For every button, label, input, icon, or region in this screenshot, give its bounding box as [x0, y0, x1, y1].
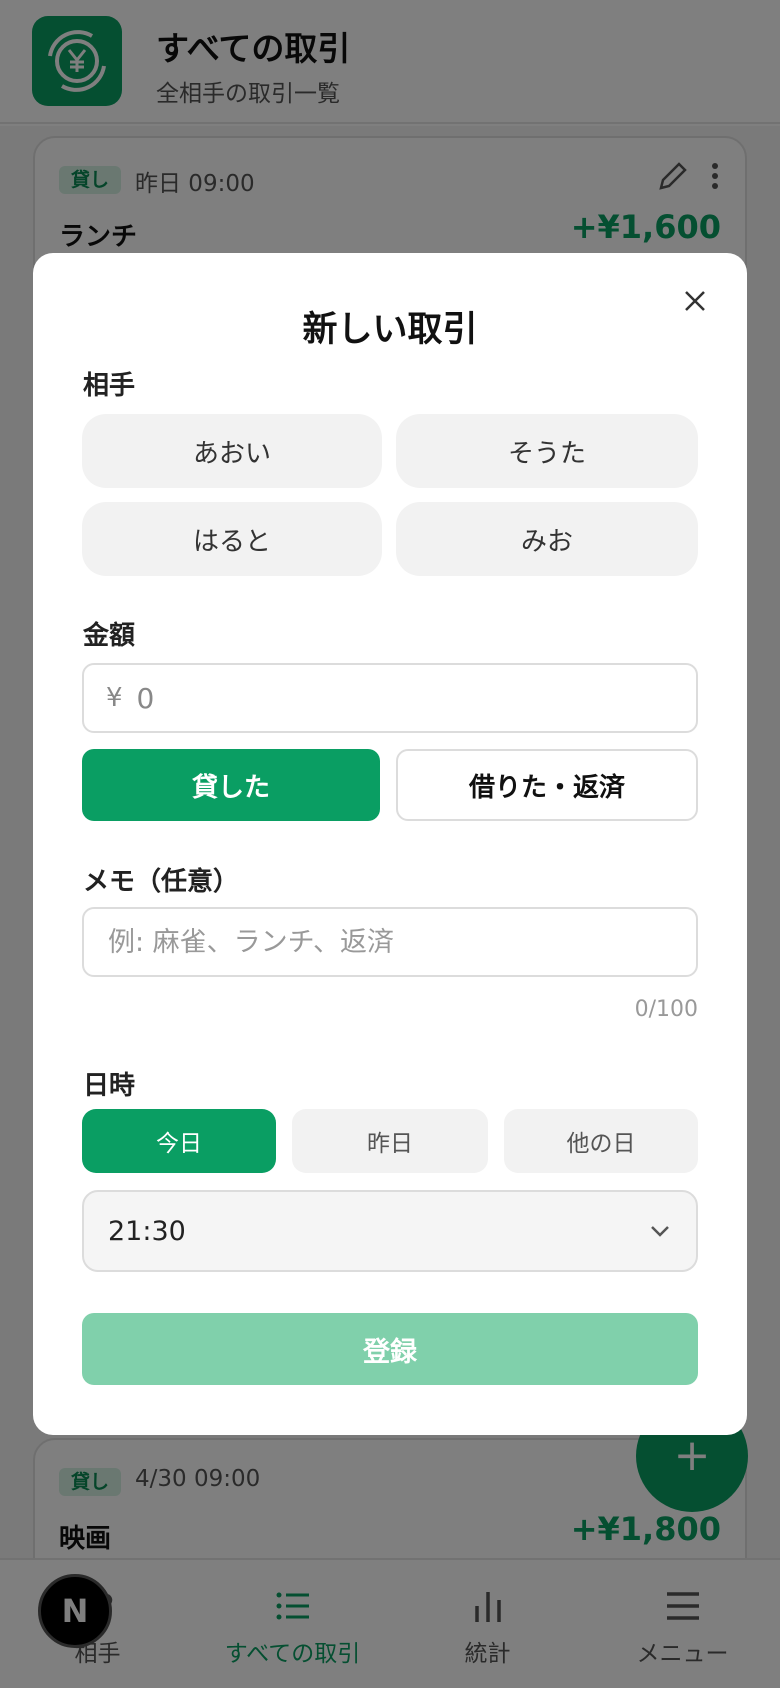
currency-symbol: ¥	[106, 683, 123, 713]
datetime-label: 日時	[83, 1071, 136, 1101]
memo-char-count: 0/100	[634, 997, 698, 1022]
submit-button[interactable]: 登録	[82, 1313, 698, 1385]
amount-label: 金額	[83, 621, 136, 651]
memo-label: メモ（任意）	[83, 867, 240, 897]
partner-chip[interactable]: そうた	[396, 414, 698, 488]
time-value: 21:30	[108, 1215, 186, 1247]
new-transaction-modal: 新しい取引 相手 あおい そうた はると みお 金額 ¥ 0 貸した 借りた・返…	[33, 253, 747, 1435]
partner-label: 相手	[83, 371, 136, 401]
chevron-down-icon	[651, 1226, 669, 1237]
amount-value: 0	[136, 681, 155, 715]
amount-input[interactable]: ¥ 0	[82, 663, 698, 733]
memo-input[interactable]	[82, 907, 698, 977]
close-icon	[685, 291, 705, 311]
time-select[interactable]: 21:30	[82, 1190, 698, 1272]
partner-chip[interactable]: あおい	[82, 414, 382, 488]
borrow-repay-button[interactable]: 借りた・返済	[396, 749, 698, 821]
day-option-other[interactable]: 他の日	[504, 1109, 698, 1173]
close-button[interactable]	[673, 279, 717, 323]
day-option-yesterday[interactable]: 昨日	[292, 1109, 488, 1173]
modal-title: 新しい取引	[302, 310, 478, 350]
lend-button[interactable]: 貸した	[82, 749, 380, 821]
partner-chip[interactable]: みお	[396, 502, 698, 576]
day-option-today[interactable]: 今日	[82, 1109, 276, 1173]
partner-chip[interactable]: はると	[82, 502, 382, 576]
